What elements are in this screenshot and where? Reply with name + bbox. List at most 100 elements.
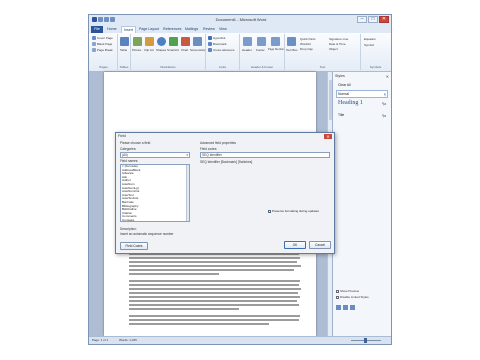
show-preview-label: Show Preview [340, 289, 360, 293]
disable-linked-label: Disable Linked Styles [340, 295, 369, 299]
screenshot-icon[interactable] [193, 37, 202, 46]
tab-view[interactable]: View [219, 26, 227, 33]
clip-art-button[interactable]: Clip Art [144, 48, 154, 52]
shapes-icon[interactable] [157, 37, 166, 46]
page-number-icon[interactable] [271, 37, 280, 46]
drop-cap-button[interactable]: Drop Cap [300, 47, 313, 51]
tab-file[interactable]: File [91, 26, 103, 33]
cover-page-icon[interactable] [92, 36, 96, 40]
paragraph-mark-icon: ¶a [382, 102, 386, 106]
page-count[interactable]: Page: 1 of 1 [92, 338, 108, 342]
picture-button[interactable]: Picture [132, 48, 141, 52]
group-pages: Cover Page Blank Page Page Break Pages [90, 34, 118, 70]
table-button[interactable]: Table [120, 48, 127, 52]
cover-page-button[interactable]: Cover Page [97, 36, 113, 40]
tab-page-layout[interactable]: Page Layout [139, 26, 159, 33]
style-label: Heading 1 [338, 100, 363, 106]
category-value: (All) [122, 153, 128, 157]
page-break-button[interactable]: Page Break [97, 48, 113, 52]
checkbox-icon [336, 289, 339, 293]
style-normal[interactable]: Normal ¶ [336, 90, 388, 98]
style-heading-1[interactable]: Heading 1 ¶a [336, 99, 388, 109]
word-logo-icon [92, 17, 97, 22]
clip-art-icon[interactable] [145, 37, 154, 46]
preserve-formatting-checkbox[interactable]: ✓Preserve formatting during updates [268, 209, 319, 213]
bookmark-icon[interactable] [208, 42, 212, 46]
screenshot-button[interactable]: Screenshot [190, 48, 205, 52]
undo-icon[interactable] [104, 17, 109, 22]
signature-line-button[interactable]: Signature Line [329, 37, 348, 41]
tab-insert[interactable]: Insert [121, 26, 136, 33]
group-label-header-footer: Header & Footer [250, 65, 274, 69]
picture-icon[interactable] [133, 37, 142, 46]
blank-page-icon[interactable] [92, 42, 96, 46]
cancel-button[interactable]: Cancel [309, 241, 331, 249]
wordart-button[interactable]: WordArt [300, 42, 311, 46]
table-icon[interactable] [120, 37, 129, 46]
save-icon[interactable] [98, 17, 103, 22]
group-label-text: Text [319, 65, 326, 69]
header-button[interactable]: Header [242, 48, 252, 52]
list-scrollbar[interactable] [186, 165, 189, 221]
smartart-icon[interactable] [169, 37, 178, 46]
group-label-pages: Pages [99, 65, 108, 69]
footer-icon[interactable] [257, 37, 266, 46]
dialog-close-button[interactable]: ✕ [324, 134, 332, 139]
cross-reference-icon[interactable] [208, 48, 212, 52]
minimize-button[interactable]: – [357, 16, 367, 23]
word-count[interactable]: Words: 1,025 [119, 338, 137, 342]
style-title[interactable]: Title ¶a [336, 111, 388, 119]
equation-button[interactable]: Equation [364, 37, 376, 41]
maximize-button[interactable]: □ [368, 16, 378, 23]
dialog-title: Field [118, 134, 126, 138]
bookmark-button[interactable]: Bookmark [213, 42, 227, 46]
field-codes-button[interactable]: Field Codes [120, 242, 148, 250]
categories-dropdown[interactable]: (All) ▾ [120, 152, 190, 158]
text-box-button[interactable]: Text Box [286, 48, 298, 52]
status-bar: Page: 1 of 1 Words: 1,025 [89, 336, 391, 344]
tab-home[interactable]: Home [107, 26, 117, 33]
hyperlink-button[interactable]: Hyperlink [213, 36, 226, 40]
group-label-links: Links [218, 65, 226, 69]
field-codes-input[interactable]: SEQ Identifier [200, 152, 330, 158]
field-names-label: Field names: [120, 159, 139, 163]
styles-pane-title: Styles [335, 74, 345, 78]
blank-page-button[interactable]: Blank Page [97, 42, 112, 46]
hyperlink-icon[interactable] [208, 36, 212, 40]
cross-reference-button[interactable]: Cross-reference [213, 48, 235, 52]
page-break-icon[interactable] [92, 48, 96, 52]
date-time-button[interactable]: Date & Time [329, 42, 346, 46]
redo-icon[interactable] [110, 17, 115, 22]
page-number-button[interactable]: Page Number [268, 48, 284, 51]
close-button[interactable]: ✕ [379, 16, 389, 23]
ok-button[interactable]: OK [284, 241, 306, 249]
object-button[interactable]: Object [329, 47, 338, 51]
group-header-footer: Header Footer Page Number Header & Foote… [240, 34, 285, 70]
tab-references[interactable]: References [163, 26, 181, 33]
header-icon[interactable] [243, 37, 252, 46]
description-text: Insert an automatic sequence number [120, 232, 174, 236]
field-codes-label: Field codes: [200, 147, 218, 151]
tab-mailings[interactable]: Mailings [185, 26, 198, 33]
chart-icon[interactable] [181, 37, 190, 46]
footer-button[interactable]: Footer [256, 48, 265, 52]
chart-button[interactable]: Chart [181, 48, 188, 52]
field-names-list[interactable]: = (Formula) AddressBlock Advance Ask Author A… [120, 164, 190, 222]
symbol-button[interactable]: Symbol [364, 43, 374, 47]
ribbon: Cover Page Blank Page Page Break Pages T… [89, 33, 391, 72]
shapes-button[interactable]: Shapes [156, 48, 166, 52]
text-box-icon[interactable] [287, 37, 296, 46]
field-code-syntax: SEQ Identifier [Bookmark] [Switches] [200, 160, 253, 164]
smartart-button[interactable]: SmartArt [167, 48, 179, 52]
tab-review[interactable]: Review [203, 26, 215, 33]
manage-styles-icon[interactable] [350, 305, 355, 310]
style-inspector-icon[interactable] [343, 305, 348, 310]
description-label: Description: [120, 227, 137, 231]
new-style-icon[interactable] [336, 305, 341, 310]
close-pane-icon[interactable]: ✕ [386, 74, 389, 79]
quick-parts-button[interactable]: Quick Parts [300, 37, 316, 41]
disable-linked-checkbox[interactable]: Disable Linked Styles [336, 295, 369, 299]
style-clear-all[interactable]: Clear All [336, 81, 388, 89]
show-preview-checkbox[interactable]: Show Preview [336, 289, 359, 293]
zoom-slider-knob[interactable] [364, 338, 367, 343]
